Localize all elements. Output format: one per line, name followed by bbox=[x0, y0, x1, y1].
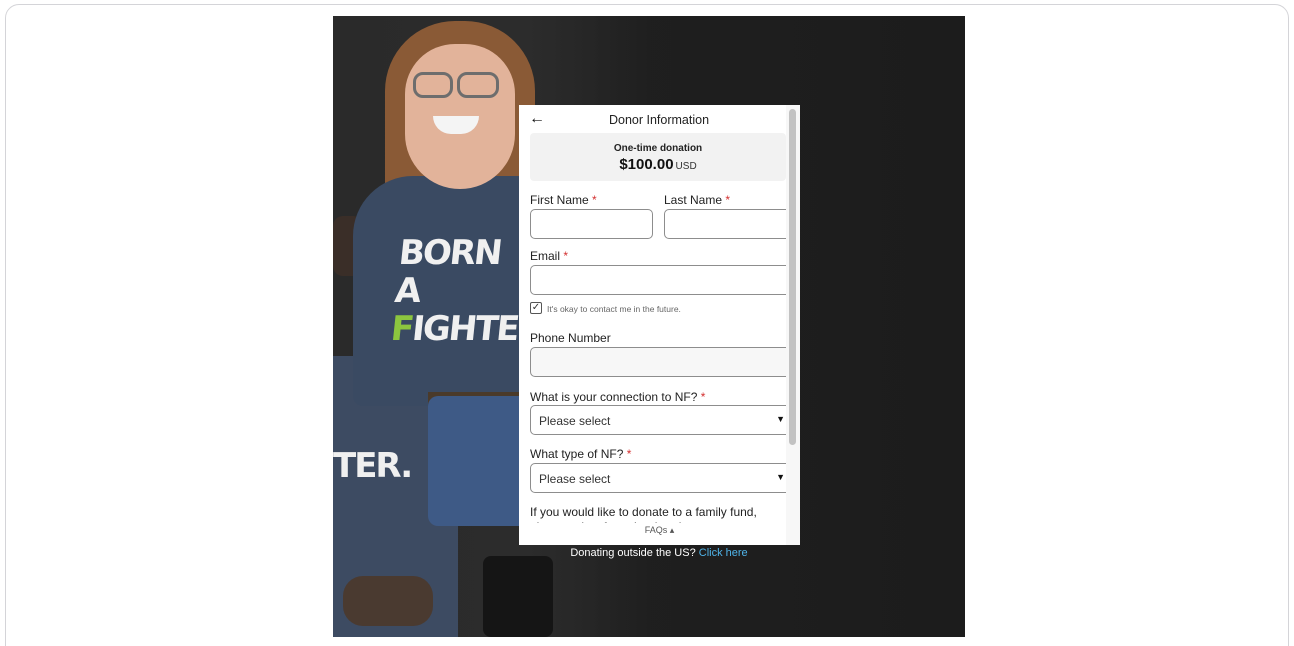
international-donation-text: Donating outside the US? bbox=[570, 547, 696, 559]
caret-down-icon: ▼ bbox=[776, 414, 785, 424]
connection-label: What is your connection to NF? * bbox=[530, 390, 706, 404]
panel-title: Donor Information bbox=[608, 113, 710, 127]
last-name-label: Last Name * bbox=[664, 193, 731, 207]
first-name-input[interactable] bbox=[530, 209, 653, 239]
first-name-label: First Name * bbox=[530, 193, 597, 207]
wheelchair-control bbox=[483, 556, 553, 637]
glasses-right-icon bbox=[457, 72, 499, 98]
panel-scrollbar-thumb[interactable] bbox=[789, 109, 796, 445]
donation-summary: One-time donation $100.00 USD bbox=[530, 133, 786, 181]
caret-down-icon: ▼ bbox=[776, 472, 785, 482]
email-input[interactable] bbox=[530, 265, 786, 295]
second-person-hand bbox=[343, 576, 433, 626]
faqs-toggle[interactable]: FAQs ▴ bbox=[519, 525, 800, 536]
phone-input[interactable] bbox=[530, 347, 786, 377]
international-click-here-link[interactable]: Click here bbox=[699, 547, 748, 559]
nf-type-select[interactable]: Please select ▼ bbox=[530, 463, 786, 493]
connection-selected-value: Please select bbox=[539, 414, 611, 428]
family-fund-text: If you would like to donate to a family … bbox=[530, 505, 757, 523]
donation-amount: $100.00 bbox=[619, 156, 674, 173]
contact-optin-label: It's okay to contact me in the future. bbox=[547, 304, 681, 314]
contact-optin-checkbox[interactable]: ✓ bbox=[530, 302, 542, 314]
email-label: Email * bbox=[530, 249, 569, 263]
panel-header: Donor Information ← bbox=[519, 105, 786, 133]
international-donation-note: Donating outside the US? Click here bbox=[333, 547, 985, 559]
last-name-input[interactable] bbox=[664, 209, 786, 239]
nf-type-label: What type of NF? * bbox=[530, 447, 632, 461]
donation-type: One-time donation bbox=[613, 143, 703, 154]
second-shirt-slogan: TER. bbox=[333, 446, 413, 486]
donor-information-panel: Donor Information ← One-time donation $1… bbox=[519, 105, 800, 545]
nf-type-selected-value: Please select bbox=[539, 472, 611, 486]
back-arrow-icon[interactable]: ← bbox=[529, 110, 545, 128]
connection-select[interactable]: Please select ▼ bbox=[530, 405, 786, 435]
donation-currency: USD bbox=[675, 161, 697, 172]
glasses-left-icon bbox=[413, 72, 453, 98]
panel-scroll-content: Donor Information ← One-time donation $1… bbox=[519, 105, 786, 523]
phone-label: Phone Number bbox=[530, 331, 611, 345]
